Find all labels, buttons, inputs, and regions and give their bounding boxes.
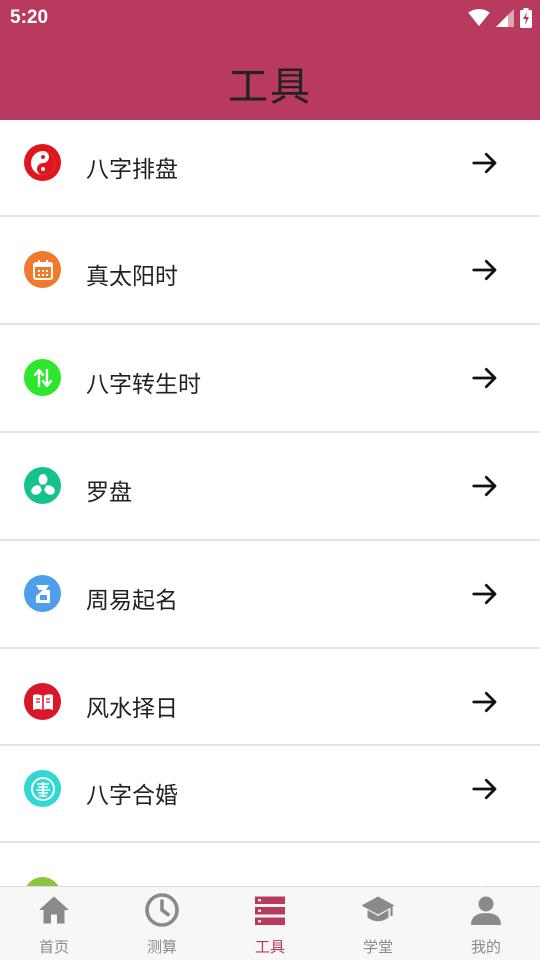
tool-label: 八字转生时 [86, 372, 201, 398]
app-bar: 工具 [0, 38, 540, 120]
tab-calculate[interactable]: 测算 [108, 887, 216, 960]
tab-label: 我的 [470, 938, 501, 956]
tool-item-bazi-birth-time[interactable]: 八字转生时 [0, 325, 540, 433]
tool-icon [24, 877, 61, 886]
list-icon [255, 896, 285, 925]
tool-label: 真太阳时 [86, 264, 178, 290]
tool-list: 八字排盘 真太阳时 八字转生时 罗盘 周易起名 风水择日 八字合婚 [0, 120, 540, 886]
arrow-right-icon [472, 583, 497, 605]
graduation-cap-icon [361, 896, 395, 922]
bottom-tab-bar: 首页 测算 工具 学堂 我的 [0, 886, 540, 960]
arrow-right-icon [472, 259, 497, 281]
status-time: 5:20 [10, 7, 49, 28]
arrow-right-icon [472, 152, 497, 174]
signal-icon [496, 9, 514, 27]
clock-icon [145, 893, 179, 927]
system-icons [468, 7, 532, 29]
arrow-right-icon [472, 691, 497, 713]
home-icon [39, 896, 69, 924]
tab-school[interactable]: 学堂 [324, 887, 432, 960]
tab-label: 工具 [254, 938, 285, 956]
tool-item-fengshui-date[interactable]: 风水择日 [0, 649, 540, 746]
tool-item-compass[interactable]: 罗盘 [0, 433, 540, 541]
tool-item-bazi-paipan[interactable]: 八字排盘 [0, 120, 540, 217]
tab-label: 首页 [38, 938, 69, 956]
tool-item-zhouyi-naming[interactable]: 周易起名 [0, 541, 540, 649]
tab-label: 测算 [146, 938, 177, 956]
tab-home[interactable]: 首页 [0, 887, 108, 960]
name-badge-icon [24, 575, 61, 612]
tab-tools[interactable]: 工具 [216, 887, 324, 960]
page-title: 工具 [228, 64, 312, 110]
arrow-right-icon [472, 778, 497, 800]
person-icon [471, 896, 501, 925]
tool-label: 八字排盘 [86, 157, 178, 183]
tab-mine[interactable]: 我的 [432, 887, 540, 960]
yin-yang-icon [24, 144, 61, 181]
tool-item-partial[interactable] [0, 843, 540, 886]
fan-icon [24, 467, 61, 504]
tool-item-true-solar-time[interactable]: 真太阳时 [0, 217, 540, 325]
calendar-icon [24, 251, 61, 288]
tool-item-bazi-marriage[interactable]: 八字合婚 [0, 746, 540, 843]
tool-label: 周易起名 [86, 588, 178, 614]
tool-label: 罗盘 [86, 480, 132, 506]
tool-label: 八字合婚 [86, 783, 178, 809]
wifi-icon [468, 9, 490, 27]
arrow-right-icon [472, 475, 497, 497]
open-book-icon [24, 683, 61, 720]
swap-arrows-icon [24, 359, 61, 396]
double-happiness-icon [24, 770, 61, 807]
battery-charging-icon [520, 8, 532, 28]
tool-label: 风水择日 [86, 696, 178, 722]
status-bar: 5:20 [0, 0, 540, 38]
tab-label: 学堂 [362, 938, 393, 956]
arrow-right-icon [472, 367, 497, 389]
